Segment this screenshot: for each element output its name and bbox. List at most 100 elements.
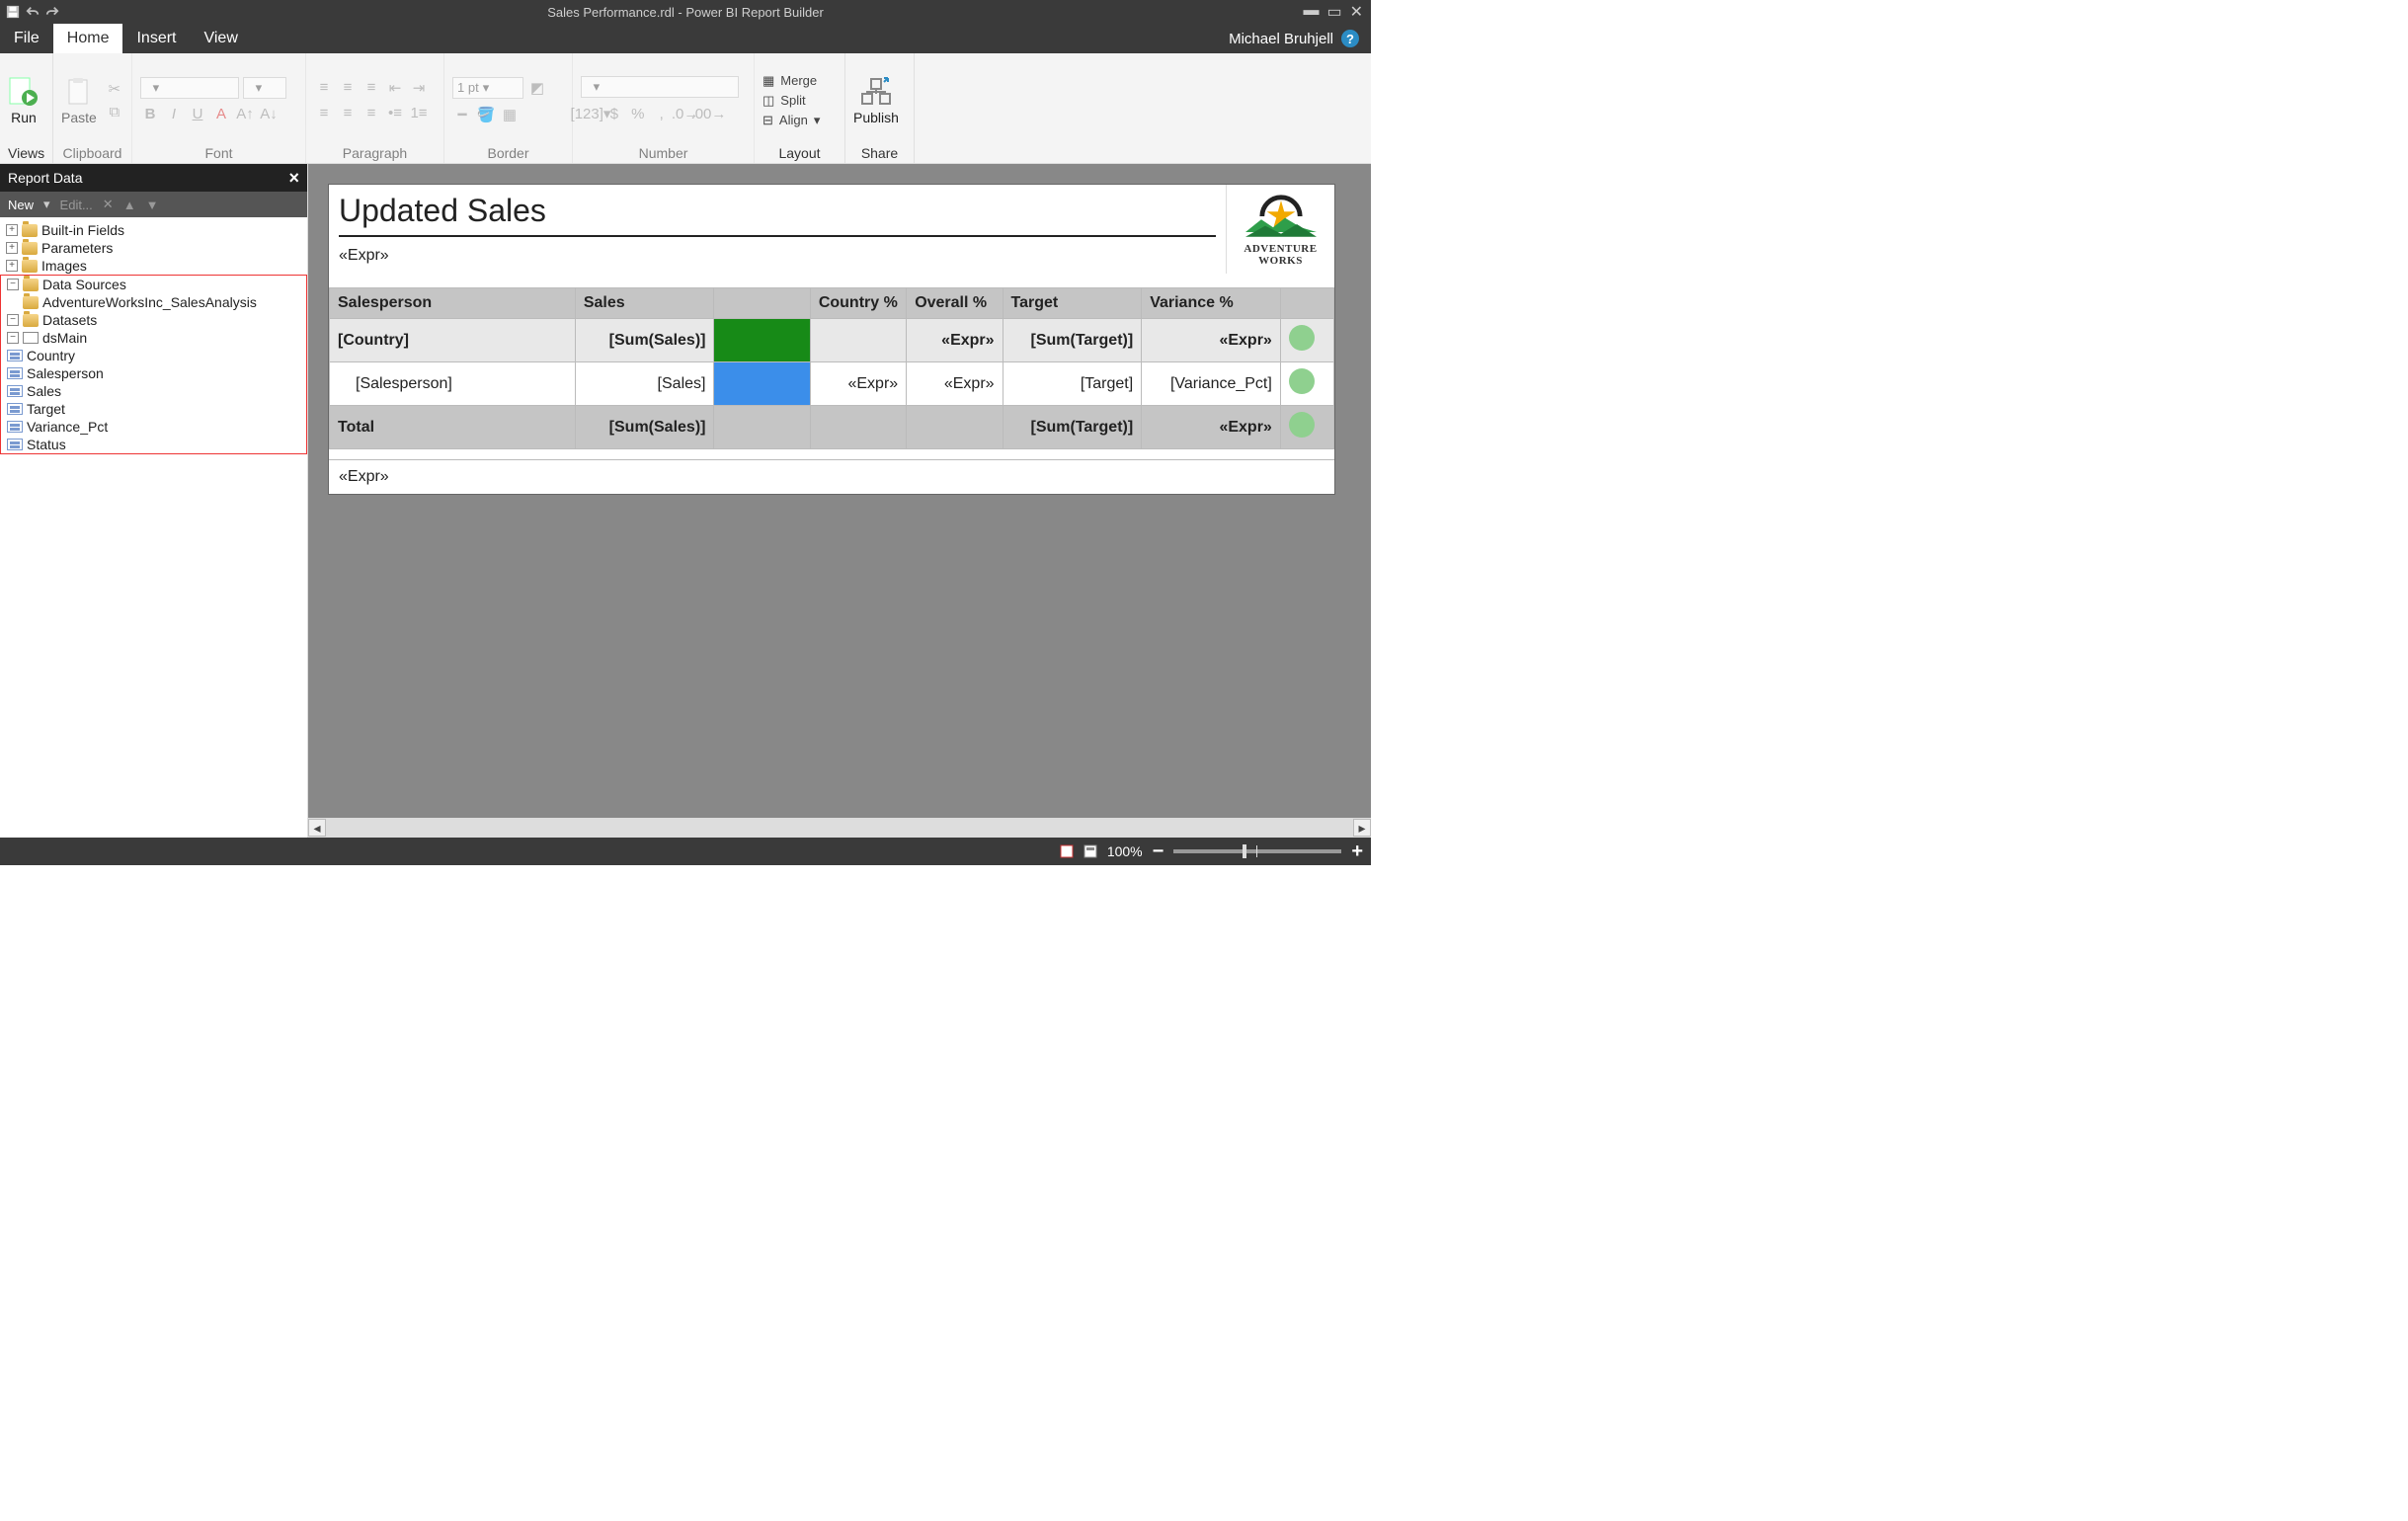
zoom-in-icon[interactable]: + — [1351, 841, 1363, 863]
cell-detail-status[interactable] — [1280, 362, 1333, 406]
cell-total-variance[interactable]: «Expr» — [1142, 406, 1281, 449]
align-left-icon[interactable]: ≡ — [314, 104, 334, 123]
panel-close-icon[interactable]: × — [288, 168, 299, 189]
tab-view[interactable]: View — [190, 24, 251, 53]
tree-builtin-fields[interactable]: +Built-in Fields — [0, 221, 307, 239]
currency-icon[interactable]: $ — [604, 105, 624, 124]
panel-delete-icon[interactable]: ✕ — [103, 197, 114, 212]
cell-total-status[interactable] — [1280, 406, 1333, 449]
cut-icon[interactable]: ✂ — [105, 79, 124, 99]
align-middle-icon[interactable]: ≡ — [338, 78, 358, 98]
cell-total-bar[interactable] — [714, 406, 810, 449]
thousands-icon[interactable]: , — [652, 105, 672, 124]
cell-country-status[interactable] — [1280, 319, 1333, 362]
panel-moveup-icon[interactable]: ▲ — [123, 198, 136, 212]
cell-detail-overallpct[interactable]: «Expr» — [907, 362, 1003, 406]
cell-country-target[interactable]: [Sum(Target)] — [1003, 319, 1142, 362]
cell-country-bar[interactable] — [714, 319, 810, 362]
tree-images[interactable]: +Images — [0, 257, 307, 275]
tree-parameters[interactable]: +Parameters — [0, 239, 307, 257]
th-status[interactable] — [1280, 288, 1333, 319]
th-sales[interactable]: Sales — [575, 288, 714, 319]
tab-home[interactable]: Home — [53, 24, 123, 53]
th-salesperson[interactable]: Salesperson — [330, 288, 576, 319]
horizontal-scrollbar[interactable]: ◂ ▸ — [308, 818, 1371, 838]
report-table[interactable]: Salesperson Sales Country % Overall % Ta… — [329, 287, 1334, 449]
cell-country-overallpct[interactable]: «Expr» — [907, 319, 1003, 362]
tree-field[interactable]: Salesperson — [1, 364, 306, 382]
close-icon[interactable]: ✕ — [1350, 2, 1363, 22]
cell-country[interactable]: [Country] — [330, 319, 576, 362]
cell-country-sales[interactable]: [Sum(Sales)] — [575, 319, 714, 362]
font-color-icon[interactable]: A — [211, 105, 231, 124]
border-preset-icon[interactable]: ▦ — [500, 105, 520, 124]
tree-field[interactable]: Target — [1, 400, 306, 418]
scroll-left-icon[interactable]: ◂ — [308, 819, 326, 837]
border-width-combo[interactable]: 1 pt▾ — [452, 77, 523, 99]
tree-field[interactable]: Variance_Pct — [1, 418, 306, 436]
align-top-icon[interactable]: ≡ — [314, 78, 334, 98]
cell-country-countrypct[interactable] — [810, 319, 906, 362]
report-canvas[interactable]: Updated Sales «Expr» — [328, 184, 1335, 495]
align-right-icon[interactable]: ≡ — [361, 104, 381, 123]
cell-detail-sales[interactable]: [Sales] — [575, 362, 714, 406]
italic-icon[interactable]: I — [164, 105, 184, 124]
cell-detail-bar[interactable] — [714, 362, 810, 406]
cell-detail-variance[interactable]: [Variance_Pct] — [1142, 362, 1281, 406]
underline-icon[interactable]: U — [188, 105, 207, 124]
minimize-icon[interactable]: ▬ — [1303, 2, 1319, 22]
cell-total-sales[interactable]: [Sum(Sales)] — [575, 406, 714, 449]
border-color-icon[interactable]: ◩ — [527, 78, 547, 98]
help-icon[interactable]: ? — [1341, 30, 1359, 47]
report-subtitle-expr[interactable]: «Expr» — [329, 241, 1226, 271]
run-button[interactable]: Run — [8, 76, 40, 125]
panel-edit-button[interactable]: Edit... — [60, 198, 93, 212]
tree-dsmain[interactable]: −dsMain — [1, 329, 306, 347]
font-size-combo[interactable]: ▾ — [243, 77, 286, 99]
paste-button[interactable]: Paste — [61, 76, 97, 125]
split-button[interactable]: ◫Split — [763, 93, 820, 109]
bold-icon[interactable]: B — [140, 105, 160, 124]
scroll-right-icon[interactable]: ▸ — [1353, 819, 1371, 837]
tree-field[interactable]: Sales — [1, 382, 306, 400]
numbering-icon[interactable]: 1≡ — [409, 104, 429, 123]
cell-total-overallpct[interactable] — [907, 406, 1003, 449]
save-icon[interactable] — [6, 5, 20, 19]
maximize-icon[interactable]: ▭ — [1326, 2, 1341, 22]
cell-country-variance[interactable]: «Expr» — [1142, 319, 1281, 362]
indent-decrease-icon[interactable]: ⇤ — [385, 78, 405, 98]
cell-detail-countrypct[interactable]: «Expr» — [810, 362, 906, 406]
cell-total-target[interactable]: [Sum(Target)] — [1003, 406, 1142, 449]
align-button[interactable]: ⊟Align▾ — [763, 113, 820, 128]
decrease-decimal-icon[interactable]: .00→ — [698, 105, 718, 124]
copy-icon[interactable]: ⧉ — [105, 103, 124, 122]
th-countrypct[interactable]: Country % — [810, 288, 906, 319]
undo-icon[interactable] — [26, 5, 40, 19]
bullets-icon[interactable]: •≡ — [385, 104, 405, 123]
tree-field[interactable]: Country — [1, 347, 306, 364]
th-bar[interactable] — [714, 288, 810, 319]
publish-button[interactable]: Publish — [853, 76, 899, 125]
number-format-combo[interactable]: ▾ — [581, 76, 739, 98]
tree-data-sources[interactable]: −Data Sources — [1, 276, 306, 293]
panel-movedown-icon[interactable]: ▼ — [146, 198, 159, 212]
align-center-icon[interactable]: ≡ — [338, 104, 358, 123]
font-shrink-icon[interactable]: A↓ — [259, 105, 279, 124]
tree-field[interactable]: Status — [1, 436, 306, 453]
report-title[interactable]: Updated Sales — [329, 185, 1226, 235]
cell-total-label[interactable]: Total — [330, 406, 576, 449]
align-bottom-icon[interactable]: ≡ — [361, 78, 381, 98]
report-footer-expr[interactable]: «Expr» — [329, 459, 1334, 494]
tree-datasets[interactable]: −Datasets — [1, 311, 306, 329]
tab-insert[interactable]: Insert — [122, 24, 190, 53]
statusbar-preview-icon[interactable] — [1084, 844, 1097, 858]
font-grow-icon[interactable]: A↑ — [235, 105, 255, 124]
font-family-combo[interactable]: ▾ — [140, 77, 239, 99]
redo-icon[interactable] — [45, 5, 59, 19]
cell-detail-target[interactable]: [Target] — [1003, 362, 1142, 406]
statusbar-design-icon[interactable] — [1060, 844, 1074, 858]
cell-salesperson[interactable]: [Salesperson] — [330, 362, 576, 406]
tab-file[interactable]: File — [0, 24, 53, 53]
merge-button[interactable]: ▦Merge — [763, 73, 820, 89]
indent-increase-icon[interactable]: ⇥ — [409, 78, 429, 98]
